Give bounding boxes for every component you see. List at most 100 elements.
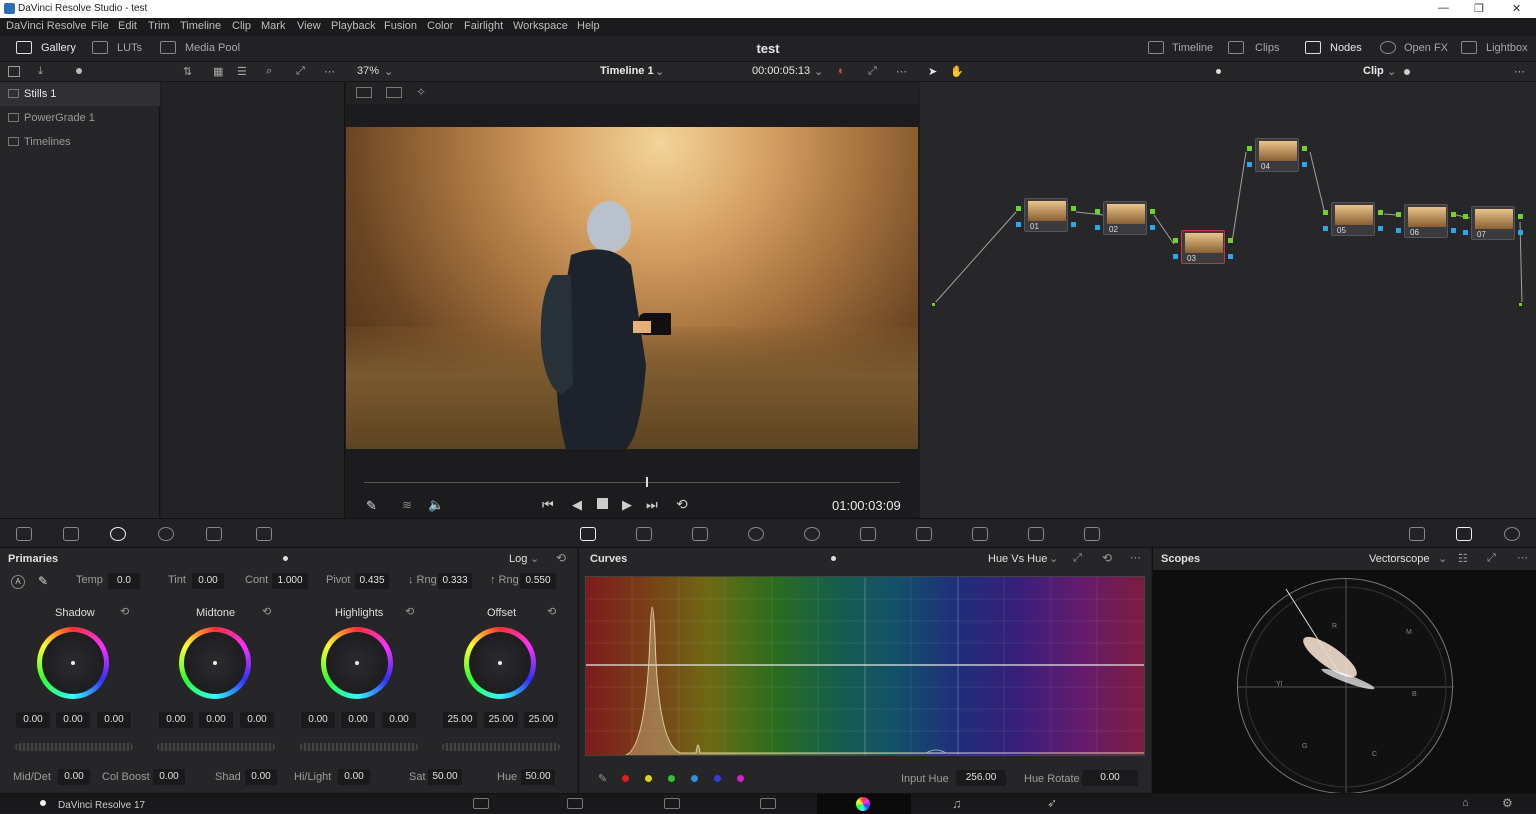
stop-icon[interactable] — [597, 498, 608, 509]
menu-fairlight[interactable]: Fairlight — [464, 20, 503, 32]
close-button[interactable]: ✕ — [1512, 2, 1521, 15]
more-options-icon[interactable]: ⋯ — [324, 65, 335, 78]
reset-icon[interactable]: ⟲ — [262, 605, 271, 618]
wheel-puck[interactable] — [498, 661, 502, 665]
temp-field[interactable]: 0.0 — [108, 573, 140, 589]
more-options-icon[interactable]: ⋯ — [896, 65, 907, 78]
magic-mask-icon[interactable] — [860, 527, 876, 541]
offset-g-field[interactable]: 25.00 — [484, 712, 518, 728]
node-output-pin[interactable] — [1518, 214, 1523, 219]
node-input-pin[interactable] — [1247, 146, 1252, 151]
node-output-pin[interactable] — [1150, 209, 1155, 214]
lightbox-tab[interactable]: Lightbox — [1486, 42, 1528, 54]
split-screen-icon[interactable] — [386, 87, 402, 98]
green-swatch[interactable] — [668, 775, 675, 782]
menu-edit[interactable]: Edit — [118, 20, 137, 32]
red-swatch[interactable] — [622, 775, 629, 782]
menu-view[interactable]: View — [297, 20, 321, 32]
wheel-puck[interactable] — [213, 661, 217, 665]
node-key-output-pin[interactable] — [1228, 254, 1233, 259]
menu-workspace[interactable]: Workspace — [513, 20, 568, 32]
midtone-g-field[interactable]: 0.00 — [240, 712, 274, 728]
list-view-icon[interactable]: ☰ — [237, 65, 247, 78]
tracker-icon[interactable] — [804, 527, 820, 541]
node-mode-select[interactable]: Clip — [1363, 65, 1384, 77]
timeline-select[interactable]: Timeline 1 — [600, 65, 654, 77]
gear-icon[interactable]: ⚙ — [1502, 796, 1513, 810]
node-07[interactable]: 07 — [1471, 206, 1515, 240]
node-key-output-pin[interactable] — [1451, 228, 1456, 233]
node-output-pin[interactable] — [1302, 146, 1307, 151]
hue-field[interactable]: 50.00 — [521, 769, 555, 785]
volume-icon[interactable]: 🔈 — [428, 497, 444, 513]
viewer-scrubber[interactable] — [364, 482, 900, 483]
white-balance-picker-icon[interactable]: ✎ — [38, 574, 48, 588]
node-input-pin[interactable] — [1173, 238, 1178, 243]
shad-field[interactable]: 0.00 — [245, 769, 277, 785]
low-range-field[interactable]: 0.333 — [438, 573, 472, 589]
blur-icon[interactable] — [916, 527, 932, 541]
saturation-field[interactable]: 50.00 — [428, 769, 462, 785]
reset-icon[interactable]: ⟲ — [556, 551, 566, 565]
media-page-icon[interactable] — [473, 798, 489, 809]
qualifier-icon[interactable] — [692, 527, 708, 541]
reset-icon[interactable]: ⟲ — [120, 605, 129, 618]
colboost-field[interactable]: 0.00 — [153, 769, 185, 785]
info-icon[interactable] — [1504, 527, 1520, 541]
node-input-pin[interactable] — [1016, 206, 1021, 211]
pivot-field[interactable]: 0.435 — [355, 573, 389, 589]
color-match-icon[interactable] — [63, 527, 79, 541]
offset-wheel[interactable] — [464, 627, 536, 699]
node-output-pin[interactable] — [1071, 206, 1076, 211]
menu-fusion[interactable]: Fusion — [384, 20, 417, 32]
reset-icon[interactable]: ⟲ — [1102, 551, 1112, 565]
minimize-button[interactable]: — — [1438, 2, 1449, 14]
shadow-master-wheel[interactable] — [15, 743, 133, 751]
node-02[interactable]: 02 — [1103, 201, 1147, 235]
timecode-display[interactable]: 00:00:05:13 — [752, 65, 810, 77]
menu-color[interactable]: Color — [427, 20, 453, 32]
yellow-swatch[interactable] — [645, 775, 652, 782]
viewer-image[interactable] — [346, 127, 918, 449]
offset-master-wheel[interactable] — [442, 743, 560, 751]
node-editor[interactable]: 01 02 03 04 05 06 07 — [920, 82, 1536, 518]
restore-button[interactable]: ❐ — [1474, 2, 1484, 15]
node-zoom-slider[interactable] — [1404, 69, 1410, 75]
node-input-pin[interactable] — [1095, 209, 1100, 214]
download-icon[interactable]: ⤓ — [38, 65, 43, 78]
search-icon[interactable]: ⌕ — [266, 65, 272, 78]
highlights-g-field[interactable]: 0.00 — [382, 712, 416, 728]
menu-clip[interactable]: Clip — [232, 20, 251, 32]
output-node-pin[interactable] — [1518, 302, 1523, 307]
pointer-tool-icon[interactable]: ➤ — [928, 65, 937, 78]
wheel-puck[interactable] — [71, 661, 75, 665]
color-warper-icon[interactable] — [636, 527, 652, 541]
nodes-tab[interactable]: Nodes — [1330, 42, 1362, 54]
home-icon[interactable]: ⌂ — [1462, 797, 1469, 809]
reset-icon[interactable]: ⟲ — [405, 605, 414, 618]
color-page-tab[interactable] — [817, 794, 911, 814]
node-input-pin[interactable] — [1396, 212, 1401, 217]
wipe-icon[interactable] — [356, 87, 372, 98]
expand-icon[interactable]: ⤢ — [1487, 552, 1496, 565]
key-icon[interactable] — [972, 527, 988, 541]
loop-icon[interactable]: ⟲ — [676, 496, 688, 513]
node-04[interactable]: 04 — [1255, 138, 1299, 172]
fusion-page-icon[interactable] — [760, 798, 776, 809]
node-input-pin[interactable] — [1323, 210, 1328, 215]
input-hue-field[interactable]: 256.00 — [956, 770, 1006, 786]
node-key-output-pin[interactable] — [1150, 225, 1155, 230]
highlight-icon[interactable]: ✧ — [416, 85, 426, 99]
reset-icon[interactable]: ⟲ — [547, 605, 556, 618]
high-range-field[interactable]: 0.550 — [520, 573, 556, 589]
color-picker-icon[interactable]: ◐ — [838, 65, 845, 77]
gallery-item-powergrade[interactable]: PowerGrade 1 — [0, 106, 160, 130]
node-input-pin[interactable] — [1463, 214, 1468, 219]
midtone-wheel[interactable] — [179, 627, 251, 699]
fairlight-page-icon[interactable]: ♫ — [952, 796, 962, 811]
play-icon[interactable]: ▶ — [622, 497, 632, 513]
camera-raw-icon[interactable] — [16, 527, 32, 541]
node-01[interactable]: 01 — [1024, 198, 1068, 232]
node-key-input-pin[interactable] — [1173, 254, 1178, 259]
node-key-output-pin[interactable] — [1071, 222, 1076, 227]
